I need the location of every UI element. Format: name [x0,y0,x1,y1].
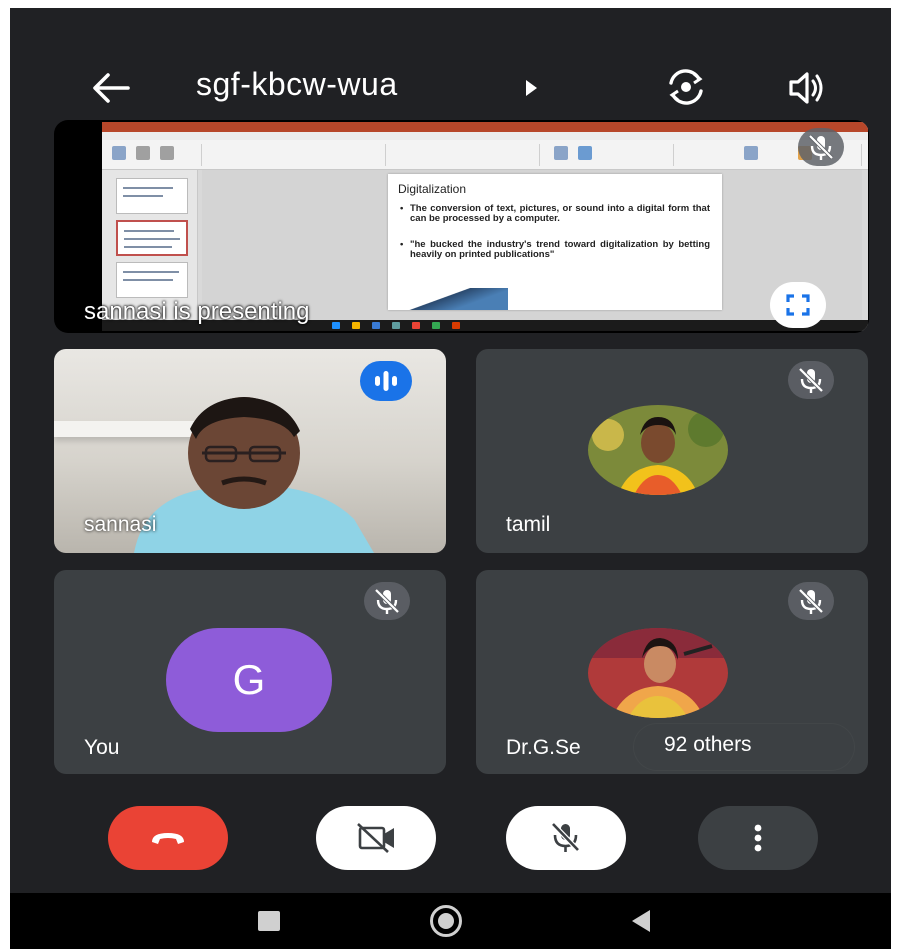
slide-bullet: • "he bucked the industry's trend toward … [400,239,710,260]
home-dot [438,913,454,929]
participant-name: sannasi [84,513,157,536]
switch-camera-icon[interactable] [663,64,709,110]
speaker-icon[interactable] [786,68,828,108]
mic-off-icon [798,128,844,166]
ribbon-tabs [102,132,868,140]
current-slide: Digitalization • The conversion of text, … [388,174,722,310]
participant-name: tamil [506,513,551,536]
avatar [588,405,728,495]
end-call-button[interactable] [108,806,228,870]
mic-off-icon [551,822,580,852]
ppt-ribbon [102,132,868,170]
video-off-icon [357,823,394,853]
slide-thumbnail-selected [116,220,188,256]
others-count-pill[interactable]: 92 others [634,724,854,770]
ppt-titlebar [102,122,868,132]
others-count: 92 others [664,733,752,756]
participant-tile[interactable]: tamil [476,349,868,553]
participant-tile[interactable]: G You [54,570,446,774]
phone-hangup-icon [152,833,184,844]
ribbon-group [106,144,202,166]
meeting-info-caret-icon[interactable] [526,80,537,96]
fullscreen-icon[interactable] [770,282,826,328]
presentation-tile[interactable]: Digitalization • The conversion of text, … [54,120,869,333]
slide-heading: Digitalization [398,182,467,196]
slide-decoration [388,288,508,310]
recents-square-icon[interactable] [258,911,280,931]
ribbon-icon [554,146,568,160]
home-circle-icon[interactable] [430,905,462,937]
presenting-label: sannasi is presenting [84,298,310,325]
ribbon-icon [112,146,126,160]
ribbon-icon [136,146,150,160]
avatar: G [166,628,332,732]
ribbon-icon [578,146,592,160]
mic-off-icon [788,582,834,620]
ribbon-icon [744,146,758,160]
android-nav-bar [10,893,891,949]
meeting-code[interactable]: sgf-kbcw-wua [196,66,398,103]
slide-bullet: • The conversion of text, pictures, or so… [400,203,710,224]
participant-tile[interactable]: Dr.G.Se 92 others [476,570,868,774]
more-options-button[interactable] [698,806,818,870]
ribbon-icon [160,146,174,160]
participant-tile[interactable]: sannasi [54,349,446,553]
meet-screen: sgf-kbcw-wua Digitalization • The conver… [10,8,891,949]
ribbon-group [206,144,386,166]
slide-thumbnail [116,178,188,214]
camera-toggle-button[interactable] [316,806,436,870]
mic-toggle-button[interactable] [506,806,626,870]
ribbon-group [544,144,674,166]
slide-thumbnail [116,262,188,298]
back-arrow-icon[interactable] [90,68,132,108]
avatar [588,628,728,718]
mic-off-icon [788,361,834,399]
mic-off-icon [364,582,410,620]
participant-name: You [84,736,120,759]
ribbon-group [390,144,540,166]
more-vertical-icon [754,824,762,852]
top-bar: sgf-kbcw-wua [10,58,891,118]
participant-name: Dr.G.Se [506,736,581,759]
audio-wave-icon [360,361,412,401]
back-triangle-icon[interactable] [632,910,650,932]
